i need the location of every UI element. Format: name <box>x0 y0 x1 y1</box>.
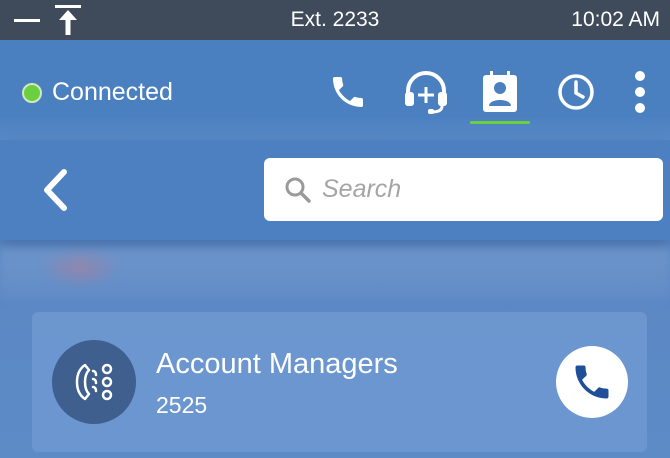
status-dot-icon <box>22 82 42 103</box>
more-menu-button[interactable] <box>612 64 668 120</box>
status-bar: Ext. 2233 10:02 AM <box>0 0 670 40</box>
search-toolbar <box>0 140 670 240</box>
contact-avatar <box>52 340 136 424</box>
contacts-tab-button[interactable] <box>470 64 530 124</box>
clock-time: 10:02 AM <box>571 8 660 31</box>
contact-card[interactable]: Account Managers 2525 <box>32 312 647 452</box>
history-tab-button[interactable] <box>548 64 604 120</box>
search-box[interactable] <box>264 158 663 221</box>
back-button[interactable] <box>30 164 80 216</box>
clock-icon <box>558 74 594 110</box>
headset-tab-button[interactable] <box>398 64 454 120</box>
headset-add-icon <box>405 71 447 114</box>
phone-tab-button[interactable] <box>320 64 376 120</box>
connection-status: Connected <box>22 78 173 107</box>
connection-label: Connected <box>52 78 173 106</box>
extension-label: Ext. 2233 <box>290 8 380 31</box>
blurred-background <box>0 248 670 298</box>
app-header: Connected <box>0 40 670 140</box>
contact-number: 2525 <box>156 392 208 418</box>
contact-name: Account Managers <box>156 348 398 380</box>
more-vert-icon <box>635 71 645 113</box>
phone-icon <box>575 365 609 399</box>
contacts-icon <box>483 71 517 112</box>
group-phone-icon <box>75 363 113 401</box>
search-icon <box>285 177 311 203</box>
phone-icon <box>333 77 363 107</box>
search-input[interactable] <box>320 174 624 205</box>
chevron-left-icon <box>44 169 67 211</box>
call-contact-button[interactable] <box>556 346 628 418</box>
